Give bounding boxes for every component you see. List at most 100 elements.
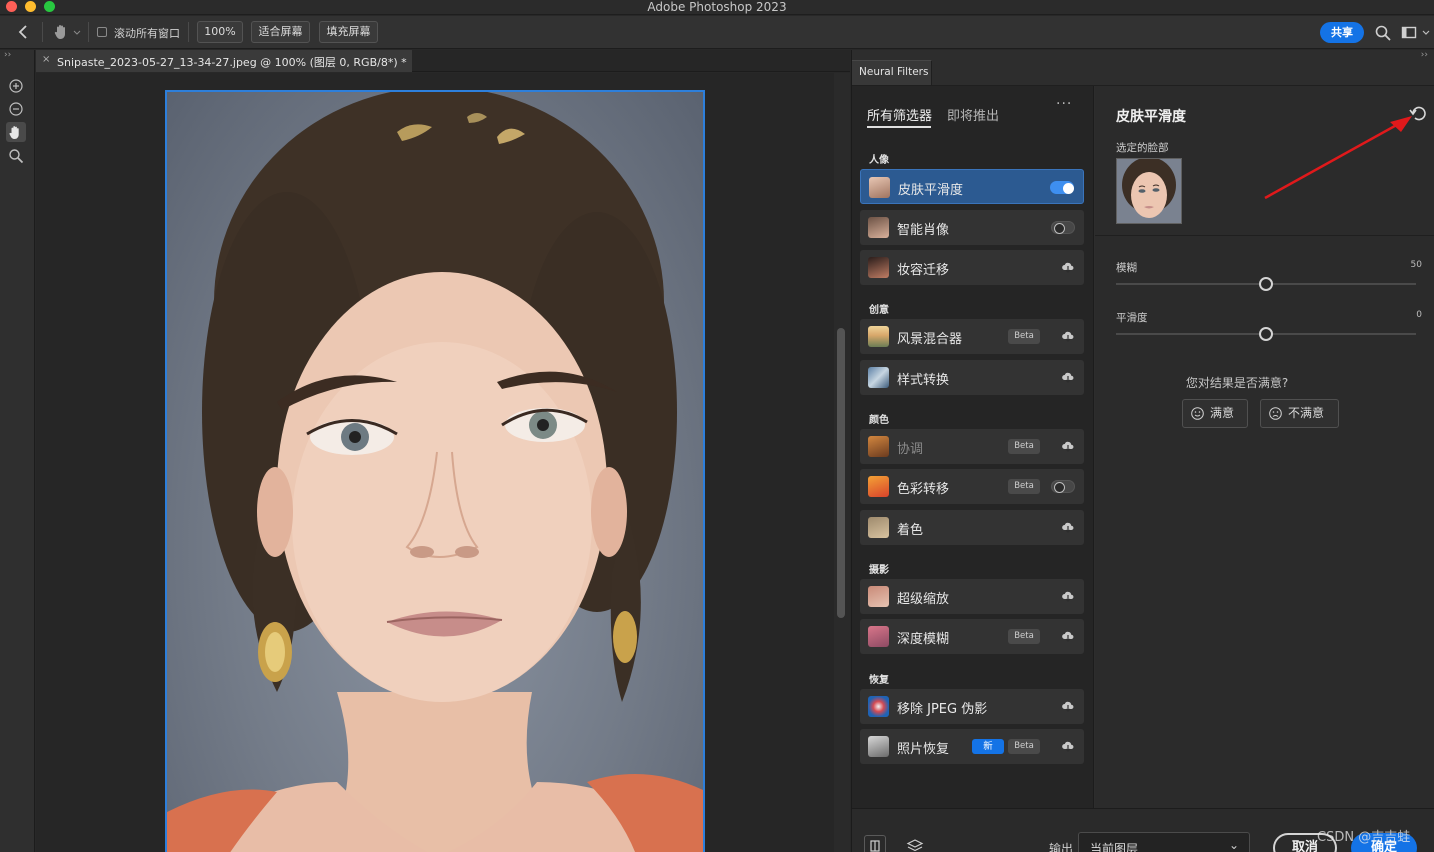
- cloud-download-icon[interactable]: [1061, 520, 1075, 534]
- blur-slider-track[interactable]: [1116, 277, 1416, 291]
- filter-harmonization[interactable]: 协调 Beta: [860, 429, 1084, 464]
- satisfied-button[interactable]: 满意: [1182, 399, 1248, 428]
- neural-filters-tab[interactable]: Neural Filters: [852, 60, 932, 86]
- filter-settings-title: 皮肤平滑度: [1116, 109, 1186, 125]
- filter-colorize[interactable]: 着色: [860, 510, 1084, 545]
- hand-tool-preset-icon[interactable]: [52, 22, 82, 42]
- fill-screen-button[interactable]: 填充屏幕: [319, 21, 378, 43]
- collapse-panel-icon[interactable]: ››: [1421, 50, 1428, 60]
- cloud-download-icon[interactable]: [1061, 699, 1075, 713]
- workspace-switcher-icon[interactable]: [1401, 24, 1431, 42]
- face-thumbnail-illustration: [1117, 159, 1181, 223]
- remove-jpeg-artifacts-thumbnail: [868, 696, 889, 717]
- harmonization-thumbnail: [868, 436, 889, 457]
- filter-label: 智能肖像: [897, 223, 950, 238]
- filter-depth-blur[interactable]: 深度模糊 Beta: [860, 619, 1084, 654]
- cloud-download-icon[interactable]: [1061, 439, 1075, 453]
- neural-filters-panel: ›› Neural Filters 所有筛选器 即将推出 ··· 人像 皮肤平滑…: [851, 50, 1434, 852]
- tab-coming-soon[interactable]: 即将推出: [947, 105, 999, 124]
- filter-label: 风景混合器: [897, 332, 963, 347]
- skin-smoothing-toggle[interactable]: [1050, 181, 1074, 194]
- unsatisfied-button[interactable]: 不满意: [1260, 399, 1339, 428]
- panel-title: Neural Filters: [859, 66, 929, 78]
- close-document-icon[interactable]: ×: [42, 54, 50, 65]
- beta-badge: Beta: [1008, 439, 1040, 454]
- document-tab-bar: × Snipaste_2023-05-27_13-34-27.jpeg @ 10…: [36, 50, 850, 72]
- layers-icon[interactable]: [904, 835, 926, 852]
- zoom-100-button[interactable]: 100%: [197, 21, 243, 43]
- filter-settings: 皮肤平滑度 选定的脸部 模糊 50 平滑度 0 您对结果是否满意? 满意 不满意: [1095, 86, 1434, 808]
- options-bar: 滚动所有窗口 100% 适合屏幕 填充屏幕 共享: [0, 16, 1434, 49]
- portrait-photo: [165, 90, 705, 852]
- cloud-download-icon[interactable]: [1061, 370, 1075, 384]
- back-icon[interactable]: [14, 22, 34, 42]
- cloud-download-icon[interactable]: [1061, 260, 1075, 274]
- scroll-all-windows-label: 滚动所有窗口: [114, 27, 180, 40]
- fit-screen-button[interactable]: 适合屏幕: [251, 21, 310, 43]
- cloud-download-icon[interactable]: [1061, 329, 1075, 343]
- selected-face-thumbnail[interactable]: [1116, 158, 1182, 224]
- blur-slider-value: 50: [1410, 260, 1422, 270]
- blur-slider-knob[interactable]: [1259, 277, 1273, 291]
- cloud-download-icon[interactable]: [1061, 629, 1075, 643]
- canvas-vertical-scrollbar[interactable]: [834, 73, 850, 852]
- category-creative: 创意: [869, 305, 889, 316]
- filter-photo-restoration[interactable]: 照片恢复 新 Beta: [860, 729, 1084, 764]
- filter-makeup-transfer[interactable]: 妆容迁移: [860, 250, 1084, 285]
- title-bar: Adobe Photoshop 2023: [0, 0, 1434, 15]
- filter-label: 皮肤平滑度: [898, 183, 964, 198]
- filter-list: 所有筛选器 即将推出 ··· 人像 皮肤平滑度 智能肖像 妆容迁移 创意 风景混…: [852, 86, 1094, 808]
- category-photography: 摄影: [869, 565, 889, 576]
- tab-all-filters[interactable]: 所有筛选器: [867, 105, 932, 124]
- filter-super-zoom[interactable]: 超级缩放: [860, 579, 1084, 614]
- smart-portrait-thumbnail: [868, 217, 889, 238]
- scrollbar-thumb[interactable]: [837, 328, 845, 618]
- divider: [88, 22, 89, 42]
- filter-remove-jpeg-artifacts[interactable]: 移除 JPEG 伪影: [860, 689, 1084, 724]
- output-select[interactable]: 当前图层 ⌄: [1078, 832, 1250, 852]
- beta-badge: Beta: [1008, 629, 1040, 644]
- depth-blur-thumbnail: [868, 626, 889, 647]
- beta-badge: Beta: [1008, 739, 1040, 754]
- color-transfer-thumbnail: [868, 476, 889, 497]
- share-button[interactable]: 共享: [1320, 22, 1364, 43]
- filter-style-transfer[interactable]: 样式转换: [860, 360, 1084, 395]
- zoom-out-tool-icon[interactable]: [6, 99, 26, 119]
- scroll-all-windows-checkbox[interactable]: [97, 27, 107, 37]
- app-title: Adobe Photoshop 2023: [647, 0, 787, 14]
- unsatisfied-label: 不满意: [1288, 406, 1325, 420]
- preview-compare-icon[interactable]: [864, 835, 886, 852]
- satisfied-label: 满意: [1210, 406, 1235, 420]
- filter-label: 着色: [897, 523, 924, 538]
- skin-smoothing-thumbnail: [869, 177, 890, 198]
- photo-restoration-thumbnail: [868, 736, 889, 757]
- smoothness-slider-track[interactable]: [1116, 327, 1416, 341]
- smoothness-slider-knob[interactable]: [1259, 327, 1273, 341]
- document-canvas[interactable]: [36, 73, 834, 852]
- cloud-download-icon[interactable]: [1061, 589, 1075, 603]
- makeup-transfer-thumbnail: [868, 257, 889, 278]
- category-restoration: 恢复: [869, 675, 889, 686]
- reset-parameters-icon[interactable]: [1408, 105, 1428, 123]
- filter-color-transfer[interactable]: 色彩转移 Beta: [860, 469, 1084, 504]
- filter-label: 深度模糊: [897, 632, 950, 647]
- hand-tool-icon[interactable]: [6, 122, 26, 142]
- smart-portrait-toggle[interactable]: [1051, 221, 1075, 234]
- zoom-in-tool-icon[interactable]: [6, 76, 26, 96]
- more-options-icon[interactable]: ···: [1056, 96, 1072, 112]
- colorize-thumbnail: [868, 517, 889, 538]
- document-tab[interactable]: × Snipaste_2023-05-27_13-34-27.jpeg @ 10…: [36, 50, 412, 72]
- search-icon[interactable]: [1374, 24, 1392, 42]
- zoom-tool-icon[interactable]: [6, 146, 26, 166]
- new-badge: 新: [972, 739, 1004, 754]
- collapse-toolbar-icon[interactable]: ››: [4, 50, 11, 60]
- filter-smart-portrait[interactable]: 智能肖像: [860, 210, 1084, 245]
- color-transfer-toggle[interactable]: [1051, 480, 1075, 493]
- beta-badge: Beta: [1008, 479, 1040, 494]
- blur-slider-label: 模糊: [1116, 262, 1137, 274]
- cloud-download-icon[interactable]: [1061, 739, 1075, 753]
- divider: [188, 22, 189, 42]
- filter-skin-smoothing[interactable]: 皮肤平滑度: [860, 169, 1084, 204]
- category-color: 颜色: [869, 415, 889, 426]
- filter-landscape-mixer[interactable]: 风景混合器 Beta: [860, 319, 1084, 354]
